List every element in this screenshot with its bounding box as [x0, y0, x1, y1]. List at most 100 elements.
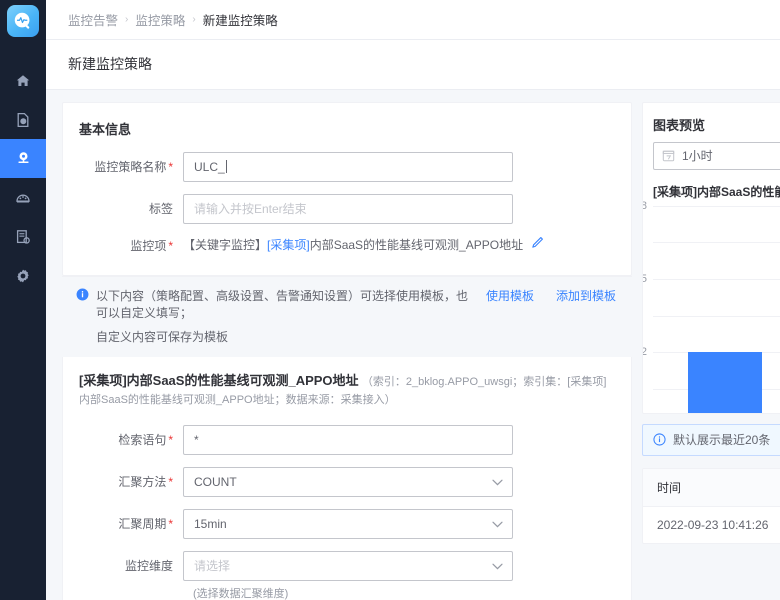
template-info-line1: 以下内容（策略配置、高级设置、告警通知设置）可选择使用模板，也可以自定义填写； …: [96, 287, 616, 321]
form-row-agg-method: 汇聚方法 COUNT: [79, 466, 611, 497]
table-row[interactable]: 2022-09-23 10:41:26: [643, 507, 780, 543]
chart-gridline: 18: [643, 200, 780, 212]
monitor-item-value-row: 【关键字监控】 [采集项] 内部SaaS的性能基线可观测_APPO地址: [183, 236, 544, 253]
form-row-query: 检索语句 *: [79, 424, 611, 455]
table-column-time: 时间: [657, 480, 682, 495]
home-icon: [15, 73, 31, 89]
agg-method-field[interactable]: COUNT: [183, 466, 513, 497]
chart-ytick-label: 12: [643, 346, 647, 358]
body-area: 基本信息 监控策略名称 ULC_ 标签 请输入并按: [46, 90, 780, 600]
sidebar-item-home[interactable]: [0, 61, 46, 100]
chart-title: [采集项]内部SaaS的性能基线可观测_APPO地址: [653, 184, 780, 199]
monitor-item-label: 监控项: [79, 237, 183, 254]
template-info-text: 以下内容（策略配置、高级设置、告警通知设置）可选择使用模板，也可以自定义填写；: [96, 288, 469, 320]
tag-label: 标签: [148, 202, 173, 217]
query-input[interactable]: *: [183, 424, 513, 455]
user-monitor-icon: [15, 150, 32, 167]
form-row-tag: 标签 请输入并按Enter结束: [79, 193, 611, 224]
add-to-template-link[interactable]: 添加到模板: [556, 287, 616, 304]
content-area: 监控告警 › 监控策略 › 新建监控策略 [2] 新建监控策略 基本信息 监控策…: [46, 0, 780, 600]
preview-bar-chart: 03691215182022-09-23 09:30:0: [643, 200, 780, 413]
breadcrumb-item-2: 新建监控策略: [202, 13, 278, 28]
chart-bar[interactable]: [688, 352, 762, 413]
sidebar-item-documents[interactable]: [0, 100, 46, 139]
strategy-name-input[interactable]: ULC_: [183, 151, 513, 182]
template-info-links: 使用模板 添加到模板: [470, 287, 616, 304]
template-info-body: 以下内容（策略配置、高级设置、告警通知设置）可选择使用模板，也可以自定义填写； …: [90, 287, 616, 345]
monitor-item-link[interactable]: [采集项]: [267, 236, 310, 253]
chart-preview-title: 图表预览: [653, 117, 706, 133]
dimension-label: 监控维度: [124, 559, 173, 574]
sidebar-item-reports[interactable]: [0, 217, 46, 256]
agg-period-select[interactable]: 15min: [183, 508, 513, 539]
time-range-value: 1小时: [682, 149, 713, 164]
page-title: 新建监控策略: [68, 56, 152, 73]
chart-gridline: 12: [643, 279, 780, 358]
pencil-icon[interactable]: [531, 236, 544, 252]
table-header-row: 时间: [643, 468, 780, 507]
page-header: 新建监控策略: [46, 39, 780, 90]
info-circle-icon: [76, 288, 90, 304]
agg-period-field[interactable]: 15min: [183, 508, 513, 539]
chart-ytick-label: 18: [643, 200, 647, 212]
agg-method-value: COUNT: [194, 474, 237, 489]
query-value: *: [194, 432, 199, 447]
app-logo-icon[interactable]: [7, 5, 39, 37]
sidebar-item-monitoring[interactable]: [0, 139, 46, 178]
form-row-dimension: 监控维度 请选择: [79, 550, 611, 581]
monitor-item-prefix: 【关键字监控】: [183, 237, 268, 252]
strategy-config-card: [采集项]内部SaaS的性能基线可观测_APPO地址 （索引：2_bklog.A…: [62, 356, 632, 600]
form-row-agg-period: 汇聚周期 15min: [79, 508, 611, 539]
breadcrumb-separator-1: ›: [192, 13, 196, 25]
chart-gridline: 9: [653, 315, 780, 317]
agg-period-label: 汇聚周期: [79, 515, 183, 532]
strategy-header: [采集项]内部SaaS的性能基线可观测_APPO地址 （索引：2_bklog.A…: [79, 371, 611, 409]
gear-icon: [15, 268, 31, 284]
agg-method-label: 汇聚方法: [79, 473, 183, 490]
template-info-strip: 以下内容（策略配置、高级设置、告警通知设置）可选择使用模板，也可以自定义填写； …: [62, 275, 632, 357]
form-row-strategy-name: 监控策略名称 ULC_: [79, 151, 611, 182]
chart-preview-card: 图表预览 1小时 [采集项]内部SaaS的性能基线可观测_APPO地址: [642, 101, 780, 414]
dashboard-icon: [15, 190, 31, 206]
chart-ytick-label: 15: [643, 273, 647, 285]
dimension-select[interactable]: 请选择: [183, 550, 513, 581]
form-row-monitor-item: 监控项 【关键字监控】[采集项]内部SaaS的性能基线可观测_APPO地址: [79, 236, 611, 255]
table-cell-time: 2022-09-23 10:41:26: [657, 517, 769, 532]
basic-info-title: 基本信息: [79, 121, 132, 137]
strategy-source-name: [采集项]内部SaaS的性能基线可观测_APPO地址: [79, 372, 359, 388]
main-column: 基本信息 监控策略名称 ULC_ 标签 请输入并按: [46, 101, 632, 600]
time-range-picker[interactable]: 1小时: [653, 141, 780, 170]
dimension-hint: (选择数据汇聚维度): [193, 587, 289, 600]
query-label: 检索语句: [79, 431, 183, 448]
breadcrumb: 监控告警 › 监控策略 › 新建监控策略 [2]: [46, 0, 780, 40]
strategy-name-label: 监控策略名称: [79, 158, 183, 175]
chart-gridline: 15: [643, 242, 780, 285]
breadcrumb-separator-0: ›: [125, 13, 129, 25]
text-caret: [225, 160, 227, 174]
recent-records-notice: 默认展示最近20条: [642, 423, 780, 456]
monitor-item-rest: 内部SaaS的性能基线可观测_APPO地址: [309, 237, 524, 252]
preview-table: 时间 2022-09-23 10:41:26: [642, 467, 780, 544]
agg-period-value: 15min: [194, 516, 227, 531]
recent-records-notice-text: 默认展示最近20条: [673, 433, 771, 448]
tag-field[interactable]: 请输入并按Enter结束: [183, 193, 513, 224]
app-root: 监控告警 › 监控策略 › 新建监控策略 [2] 新建监控策略 基本信息 监控策…: [0, 0, 780, 600]
query-field[interactable]: *: [183, 424, 513, 455]
dimension-field[interactable]: 请选择: [183, 550, 513, 581]
info-circle-icon: [653, 433, 666, 446]
template-info-line2: 自定义内容可保存为模板: [96, 329, 229, 344]
breadcrumb-item-0[interactable]: 监控告警: [68, 10, 118, 29]
breadcrumb-item-1[interactable]: 监控策略: [135, 10, 185, 29]
calendar-icon: [662, 149, 675, 162]
agg-method-select[interactable]: COUNT: [183, 466, 513, 497]
preview-column: 图表预览 1小时 [采集项]内部SaaS的性能基线可观测_APPO地址: [632, 101, 780, 600]
dimension-placeholder: 请选择: [194, 559, 231, 574]
tag-input[interactable]: 请输入并按Enter结束: [183, 193, 513, 224]
tag-placeholder: 请输入并按Enter结束: [194, 202, 307, 217]
strategy-name-field[interactable]: ULC_: [183, 151, 513, 182]
document-icon: [15, 112, 31, 128]
sidebar-item-settings[interactable]: [0, 256, 46, 295]
sidebar-item-dashboard[interactable]: [0, 178, 46, 217]
strategy-name-value: ULC_: [194, 159, 225, 174]
use-template-link[interactable]: 使用模板: [486, 287, 534, 304]
